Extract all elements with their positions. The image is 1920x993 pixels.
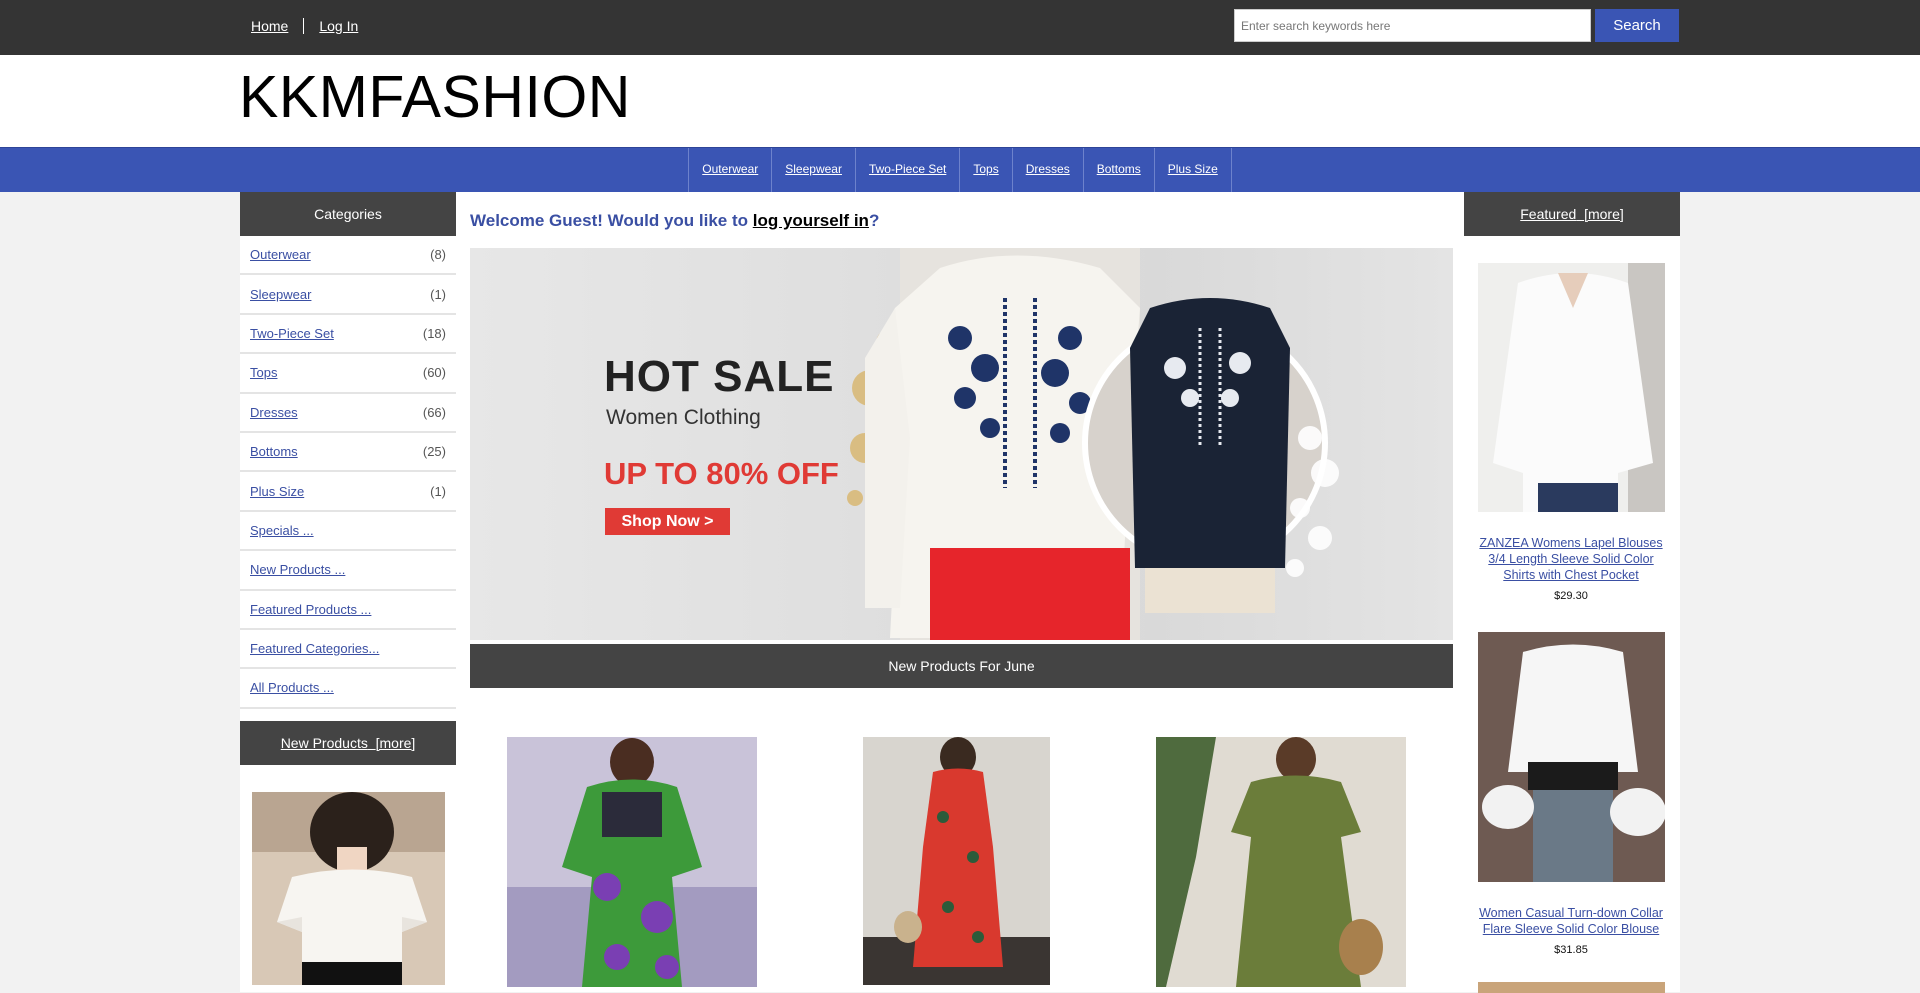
featured-categories-link[interactable]: Featured Categories... (250, 641, 379, 656)
left-sidebar: Categories Outerwear (8) Sleepwear (1) Two… (240, 192, 456, 992)
featured-photo-flare-blouse (1478, 632, 1665, 882)
category-row: Dresses (66) (240, 394, 456, 433)
product-image[interactable] (507, 737, 757, 987)
login-link[interactable]: Log In (319, 18, 358, 34)
new-products-heading: New Products [more] (240, 720, 456, 765)
category-row: Plus Size (1) (240, 472, 456, 512)
category-link-two-piece-set[interactable]: Two-Piece Set (250, 326, 334, 341)
new-products-heading-label: New Products (280, 734, 368, 751)
featured-heading: Featured [more] (1464, 192, 1680, 236)
nav-bottoms[interactable]: Bottoms (1084, 148, 1155, 192)
welcome-suffix: ? (868, 211, 880, 230)
category-count: (1) (430, 286, 446, 302)
category-count: (25) (422, 444, 446, 460)
featured-heading-label: Featured (1520, 206, 1577, 222)
category-link-bottoms[interactable]: Bottoms (250, 444, 298, 459)
divider (303, 18, 305, 34)
welcome-message: Welcome Guest! Would you like to log you… (470, 211, 879, 231)
product-image[interactable] (1156, 737, 1406, 987)
category-link-dresses[interactable]: Dresses (250, 405, 298, 420)
featured-product-image[interactable] (1478, 632, 1665, 882)
category-nav: Outerwear Sleepwear Two-Piece Set Tops D… (0, 147, 1920, 192)
product-image[interactable] (863, 737, 1050, 985)
login-prompt-link[interactable]: log yourself in (753, 211, 869, 230)
home-link[interactable]: Home (251, 18, 288, 34)
category-row: New Products ... (240, 551, 456, 591)
shop-now-button[interactable]: Shop Now > (605, 508, 730, 535)
new-products-heading-link[interactable]: New Products [more] (281, 735, 416, 751)
nav-sleepwear[interactable]: Sleepwear (772, 148, 856, 192)
category-row: Tops (60) (240, 354, 456, 394)
category-link-outerwear[interactable]: Outerwear (250, 247, 311, 262)
category-count: (1) (430, 483, 446, 499)
banner-photo (847, 248, 1339, 640)
category-count: (8) (430, 247, 446, 263)
new-products-more-link: [more] (375, 734, 416, 751)
category-row: Two-Piece Set (18) (240, 315, 456, 355)
top-nav: Home Log In (251, 18, 358, 34)
nav-two-piece-set[interactable]: Two-Piece Set (856, 148, 961, 192)
new-product-image[interactable] (252, 791, 445, 985)
category-count: (60) (422, 365, 446, 381)
site-logo[interactable]: KKMFASHION (239, 63, 631, 131)
featured-product-name[interactable]: Women Casual Turn-down Collar Flare Slee… (1476, 905, 1666, 937)
categories-heading: Categories (240, 192, 456, 236)
product-photo-dress-green (507, 737, 757, 987)
featured-product-image[interactable] (1478, 263, 1665, 512)
category-row: Sleepwear (1) (240, 275, 456, 315)
banner-headline: HOT SALE (604, 352, 835, 401)
logo-band: KKMFASHION (0, 55, 1920, 147)
search-input[interactable] (1234, 9, 1591, 42)
welcome-text: Welcome Guest! Would you like to (470, 211, 753, 230)
featured-product-name[interactable]: ZANZEA Womens Lapel Blouses 3/4 Length S… (1476, 535, 1666, 583)
category-link-tops[interactable]: Tops (250, 365, 277, 380)
top-bar: Home Log In Search (0, 0, 1920, 55)
nav-tops[interactable]: Tops (960, 148, 1013, 192)
category-row: Specials ... (240, 512, 456, 552)
category-row: Featured Categories... (240, 630, 456, 670)
main-content: Welcome Guest! Would you like to log you… (456, 192, 1464, 992)
all-products-link[interactable]: All Products ... (250, 680, 334, 695)
featured-product-price: $31.85 (1554, 944, 1588, 956)
category-row: All Products ... (240, 669, 456, 709)
search-button[interactable]: Search (1595, 9, 1679, 42)
category-row: Bottoms (25) (240, 433, 456, 473)
blouse-photo (252, 791, 445, 985)
product-photo-dress-olive (1156, 737, 1406, 987)
featured-more-link: [more] (1584, 206, 1624, 222)
nav-outerwear[interactable]: Outerwear (689, 148, 773, 192)
new-products-link[interactable]: New Products ... (250, 562, 345, 577)
right-sidebar: Featured [more] ZANZEA Womens Lapel Blou… (1464, 192, 1680, 993)
featured-product-price: $29.30 (1554, 590, 1588, 602)
category-list: Outerwear (8) Sleepwear (1) Two-Piece Set (… (240, 236, 456, 709)
featured-product-image[interactable] (1478, 982, 1665, 993)
nav-dresses[interactable]: Dresses (1013, 148, 1084, 192)
featured-photo-white-shirt (1478, 263, 1665, 512)
category-count: (66) (422, 404, 446, 420)
banner-discount: UP TO 80% OFF (604, 456, 839, 491)
nav-plus-size[interactable]: Plus Size (1155, 148, 1232, 192)
specials-link[interactable]: Specials ... (250, 523, 314, 538)
category-row: Featured Products ... (240, 591, 456, 630)
featured-heading-link[interactable]: Featured [more] (1520, 206, 1624, 222)
category-link-sleepwear[interactable]: Sleepwear (250, 287, 311, 302)
banner-subtitle: Women Clothing (606, 406, 761, 429)
featured-products-link[interactable]: Featured Products ... (250, 602, 371, 617)
hero-banner[interactable]: HOT SALE Women Clothing UP TO 80% OFF Sh… (470, 248, 1453, 640)
category-row: Outerwear (8) (240, 236, 456, 276)
category-count: (18) (422, 325, 446, 341)
category-link-plus-size[interactable]: Plus Size (250, 484, 304, 499)
product-photo-dress-red (863, 737, 1050, 985)
new-products-strip: New Products For June (470, 644, 1453, 688)
